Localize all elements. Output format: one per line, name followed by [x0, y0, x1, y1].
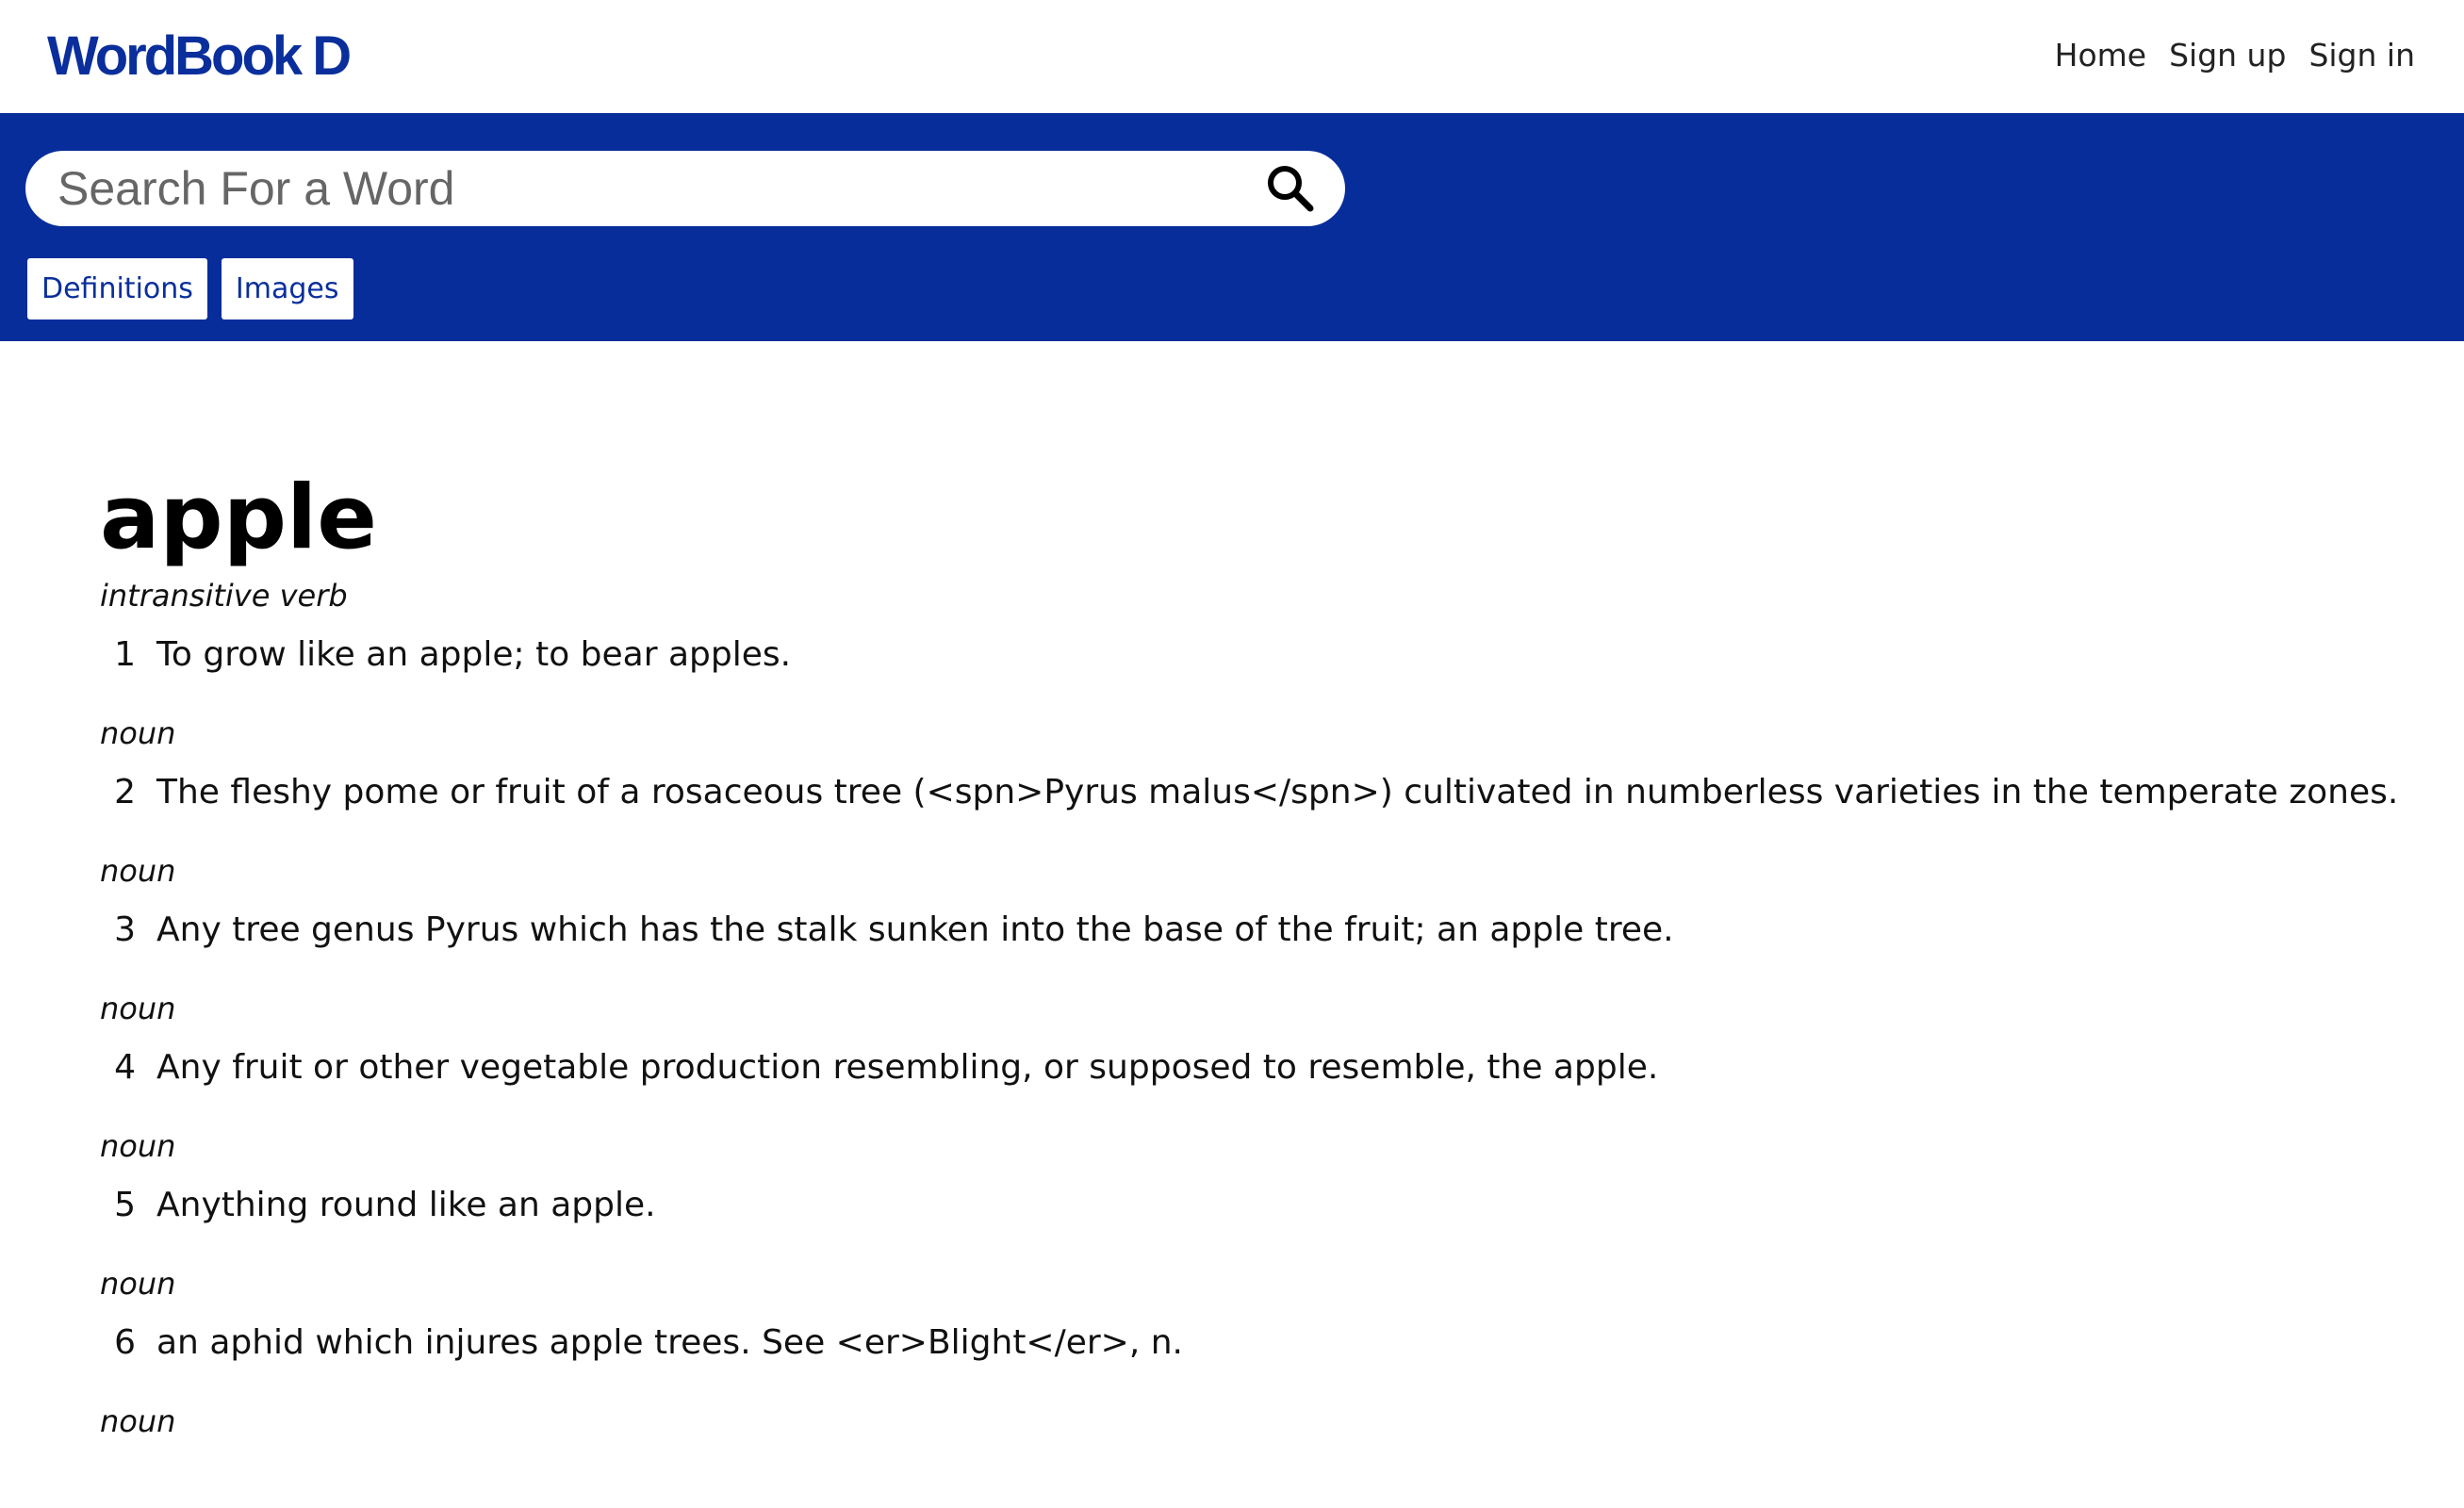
search-bar [25, 151, 1345, 226]
definition-text: The fleshy pome or fruit of a rosaceous … [156, 773, 2399, 811]
part-of-speech: noun [100, 1403, 176, 1439]
definition-item: 1 To grow like an apple; to bear apples. [100, 631, 2419, 679]
nav-sign-up-link[interactable]: Sign up [2169, 34, 2286, 77]
tab-definitions[interactable]: Definitions [27, 258, 207, 320]
definition-item: 3 Any tree genus Pyrus which has the sta… [100, 907, 2419, 954]
part-of-speech: noun [100, 853, 176, 889]
definition-number: 1 [114, 635, 136, 674]
definition-item: 2 The fleshy pome or fruit of a rosaceou… [100, 769, 2419, 816]
definition-text: Any fruit or other vegetable production … [156, 1048, 1659, 1087]
part-of-speech: noun [100, 991, 176, 1026]
definition-block: noun 6 an aphid which injures apple tree… [100, 1263, 2419, 1367]
part-of-speech: noun [100, 715, 176, 751]
definition-block: noun 3 Any tree genus Pyrus which has th… [100, 850, 2419, 954]
definition-number: 4 [114, 1048, 136, 1087]
entry-word: apple [100, 467, 377, 569]
definition-number: 6 [114, 1323, 136, 1362]
result-tabs: Definitions Images [27, 258, 353, 320]
tab-images[interactable]: Images [221, 258, 353, 320]
search-band: Definitions Images [0, 113, 2464, 341]
part-of-speech: noun [100, 1266, 176, 1302]
main-nav: Home Sign up Sign in [2055, 34, 2415, 77]
search-input[interactable] [57, 151, 1226, 226]
definition-text: Anything round like an apple. [156, 1186, 656, 1224]
definition-text: Any tree genus Pyrus which has the stalk… [156, 910, 1674, 949]
definition-number: 5 [114, 1186, 136, 1224]
definition-block: noun 2 The fleshy pome or fruit of a ros… [100, 713, 2419, 816]
nav-home-link[interactable]: Home [2055, 34, 2146, 77]
definition-number: 3 [114, 910, 136, 949]
definition-block: noun [100, 1401, 2419, 1442]
site-logo[interactable]: WordBook D [47, 21, 352, 92]
definition-block: noun 4 Any fruit or other vegetable prod… [100, 988, 2419, 1091]
part-of-speech: noun [100, 1128, 176, 1164]
definition-item: 6 an aphid which injures apple trees. Se… [100, 1320, 2419, 1367]
definition-item: 4 Any fruit or other vegetable productio… [100, 1044, 2419, 1091]
search-icon[interactable] [1264, 162, 1317, 215]
definition-number: 2 [114, 773, 136, 811]
top-bar: WordBook D Home Sign up Sign in [0, 0, 2464, 113]
definition-block: noun 5 Anything round like an apple. [100, 1125, 2419, 1229]
definition-item: 5 Anything round like an apple. [100, 1182, 2419, 1229]
dictionary-entry: apple intransitive verb 1 To grow like a… [100, 462, 2419, 1442]
part-of-speech: intransitive verb [100, 578, 348, 614]
definition-block: intransitive verb 1 To grow like an appl… [100, 575, 2419, 679]
definition-text: To grow like an apple; to bear apples. [156, 635, 792, 674]
definition-text: an aphid which injures apple trees. See … [156, 1323, 1183, 1362]
nav-sign-in-link[interactable]: Sign in [2308, 34, 2415, 77]
